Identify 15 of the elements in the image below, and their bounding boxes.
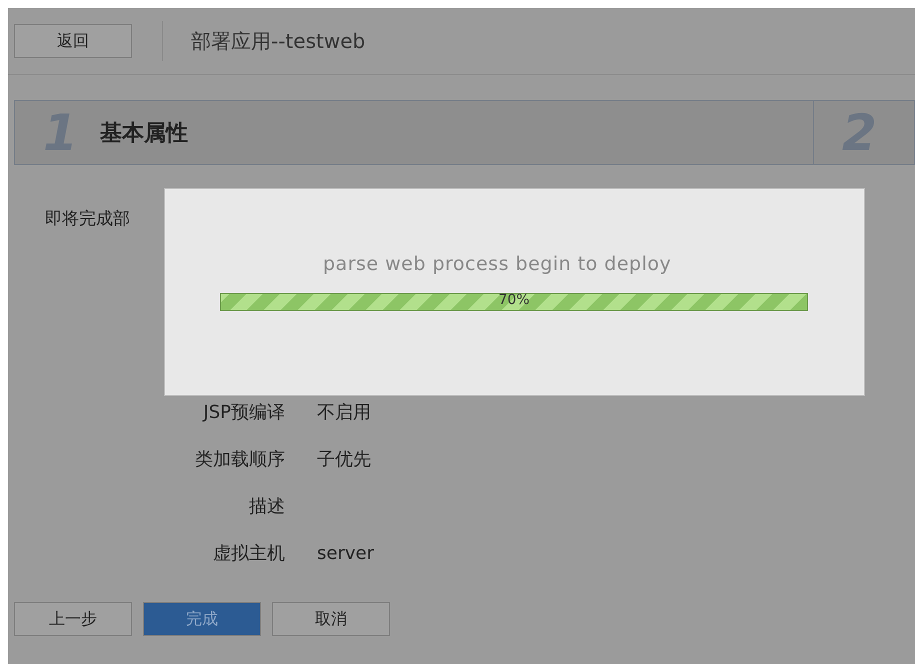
page-title: 部署应用--testweb [191, 28, 366, 54]
field-value: 不启用 [317, 401, 372, 425]
field-value: server [317, 542, 375, 566]
field-value: 子优先 [317, 448, 372, 472]
wizard-button[interactable]: 取消 [272, 602, 390, 636]
field-label: 类加载顺序 [194, 448, 285, 472]
step-label: 基本属性 [100, 120, 188, 148]
field-label: JSP预编译 [202, 401, 285, 425]
progress-percent: 70% [497, 292, 531, 308]
wizard-button[interactable]: 上一步 [14, 602, 132, 636]
field-label: 描述 [248, 495, 285, 519]
back-button[interactable]: 返回 [14, 24, 132, 58]
intro-text: 即将完成部 [45, 208, 131, 230]
field-label: 虚拟主机 [212, 542, 285, 566]
progress-message: parse web process begin to deploy [323, 253, 672, 275]
